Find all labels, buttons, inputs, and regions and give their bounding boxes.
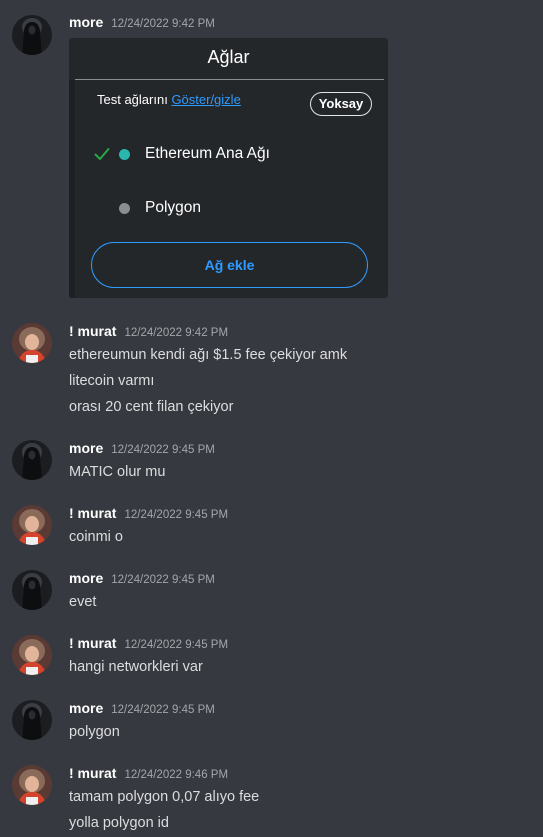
username[interactable]: more bbox=[69, 700, 103, 716]
message-text: hangi networkleri var bbox=[69, 659, 203, 675]
message-text: coinmi o bbox=[69, 529, 123, 545]
test-networks-row: Test ağlarını Göster/gizle bbox=[97, 92, 241, 107]
message-text: tamam polygon 0,07 alıyo fee bbox=[69, 789, 260, 805]
message-header: more 12/24/2022 9:45 PM bbox=[69, 570, 215, 590]
avatar[interactable] bbox=[12, 15, 52, 55]
timestamp: 12/24/2022 9:42 PM bbox=[111, 18, 215, 30]
dark-figure-icon bbox=[12, 440, 52, 480]
dark-figure-icon bbox=[12, 570, 52, 610]
test-networks-label: Test ağlarını bbox=[97, 92, 172, 107]
polygon-dot-icon bbox=[119, 203, 130, 214]
message-header: more 12/24/2022 9:42 PM bbox=[69, 14, 215, 34]
avatar[interactable] bbox=[12, 700, 52, 740]
dark-figure-icon bbox=[12, 700, 52, 740]
avatar[interactable] bbox=[12, 505, 52, 545]
show-hide-link[interactable]: Göster/gizle bbox=[171, 92, 240, 107]
message-text: evet bbox=[69, 594, 97, 610]
anime-girl-icon bbox=[12, 323, 52, 363]
message-header: more 12/24/2022 9:45 PM bbox=[69, 440, 215, 460]
avatar[interactable] bbox=[12, 570, 52, 610]
message-text: yolla polygon id bbox=[69, 815, 169, 831]
username[interactable]: more bbox=[69, 570, 103, 586]
anime-girl-icon bbox=[12, 505, 52, 545]
message-header: ! murat 12/24/2022 9:45 PM bbox=[69, 635, 228, 655]
divider bbox=[75, 79, 384, 80]
timestamp: 12/24/2022 9:45 PM bbox=[124, 509, 229, 521]
avatar[interactable] bbox=[12, 440, 52, 480]
message-text: orası 20 cent filan çekiyor bbox=[69, 399, 234, 415]
timestamp: 12/24/2022 9:45 PM bbox=[111, 704, 215, 716]
message-text: MATIC olur mu bbox=[69, 464, 166, 480]
network-item-ethereum[interactable]: Ethereum Ana Ağı bbox=[69, 139, 388, 169]
network-label: Ethereum Ana Ağı bbox=[145, 145, 270, 162]
image-attachment[interactable]: Ağlar Test ağlarını Göster/gizle Yoksay … bbox=[69, 38, 388, 298]
add-network-button[interactable]: Ağ ekle bbox=[91, 242, 368, 288]
anime-girl-icon bbox=[12, 635, 52, 675]
anime-girl-icon bbox=[12, 765, 52, 805]
timestamp: 12/24/2022 9:45 PM bbox=[111, 574, 215, 586]
timestamp: 12/24/2022 9:42 PM bbox=[124, 327, 229, 339]
username[interactable]: ! murat bbox=[69, 765, 116, 781]
message-header: ! murat 12/24/2022 9:42 PM bbox=[69, 323, 228, 343]
avatar[interactable] bbox=[12, 765, 52, 805]
timestamp: 12/24/2022 9:45 PM bbox=[111, 444, 215, 456]
embed-side-strip bbox=[69, 80, 75, 298]
avatar[interactable] bbox=[12, 323, 52, 363]
message-header: ! murat 12/24/2022 9:46 PM bbox=[69, 765, 228, 785]
ethereum-dot-icon bbox=[119, 149, 130, 160]
username[interactable]: more bbox=[69, 440, 103, 456]
message-header: ! murat 12/24/2022 9:45 PM bbox=[69, 505, 228, 525]
message-text: ethereumun kendi ağı $1.5 fee çekiyor am… bbox=[69, 347, 348, 363]
message-text: polygon bbox=[69, 724, 120, 740]
username[interactable]: ! murat bbox=[69, 635, 116, 651]
username[interactable]: ! murat bbox=[69, 505, 116, 521]
message-text: litecoin varmı bbox=[69, 373, 155, 389]
username[interactable]: more bbox=[69, 14, 103, 30]
network-label: Polygon bbox=[145, 199, 202, 216]
ignore-button[interactable]: Yoksay bbox=[310, 92, 372, 116]
chat-message-list: more 12/24/2022 9:42 PM Ağlar Test ağlar… bbox=[0, 0, 543, 837]
timestamp: 12/24/2022 9:46 PM bbox=[124, 769, 229, 781]
avatar[interactable] bbox=[12, 635, 52, 675]
network-item-polygon[interactable]: Polygon bbox=[69, 193, 388, 223]
dark-figure-icon bbox=[12, 15, 52, 55]
checkmark-icon bbox=[94, 148, 110, 160]
timestamp: 12/24/2022 9:45 PM bbox=[124, 639, 229, 651]
networks-title: Ağlar bbox=[207, 47, 250, 67]
message-header: more 12/24/2022 9:45 PM bbox=[69, 700, 215, 720]
username[interactable]: ! murat bbox=[69, 323, 116, 339]
